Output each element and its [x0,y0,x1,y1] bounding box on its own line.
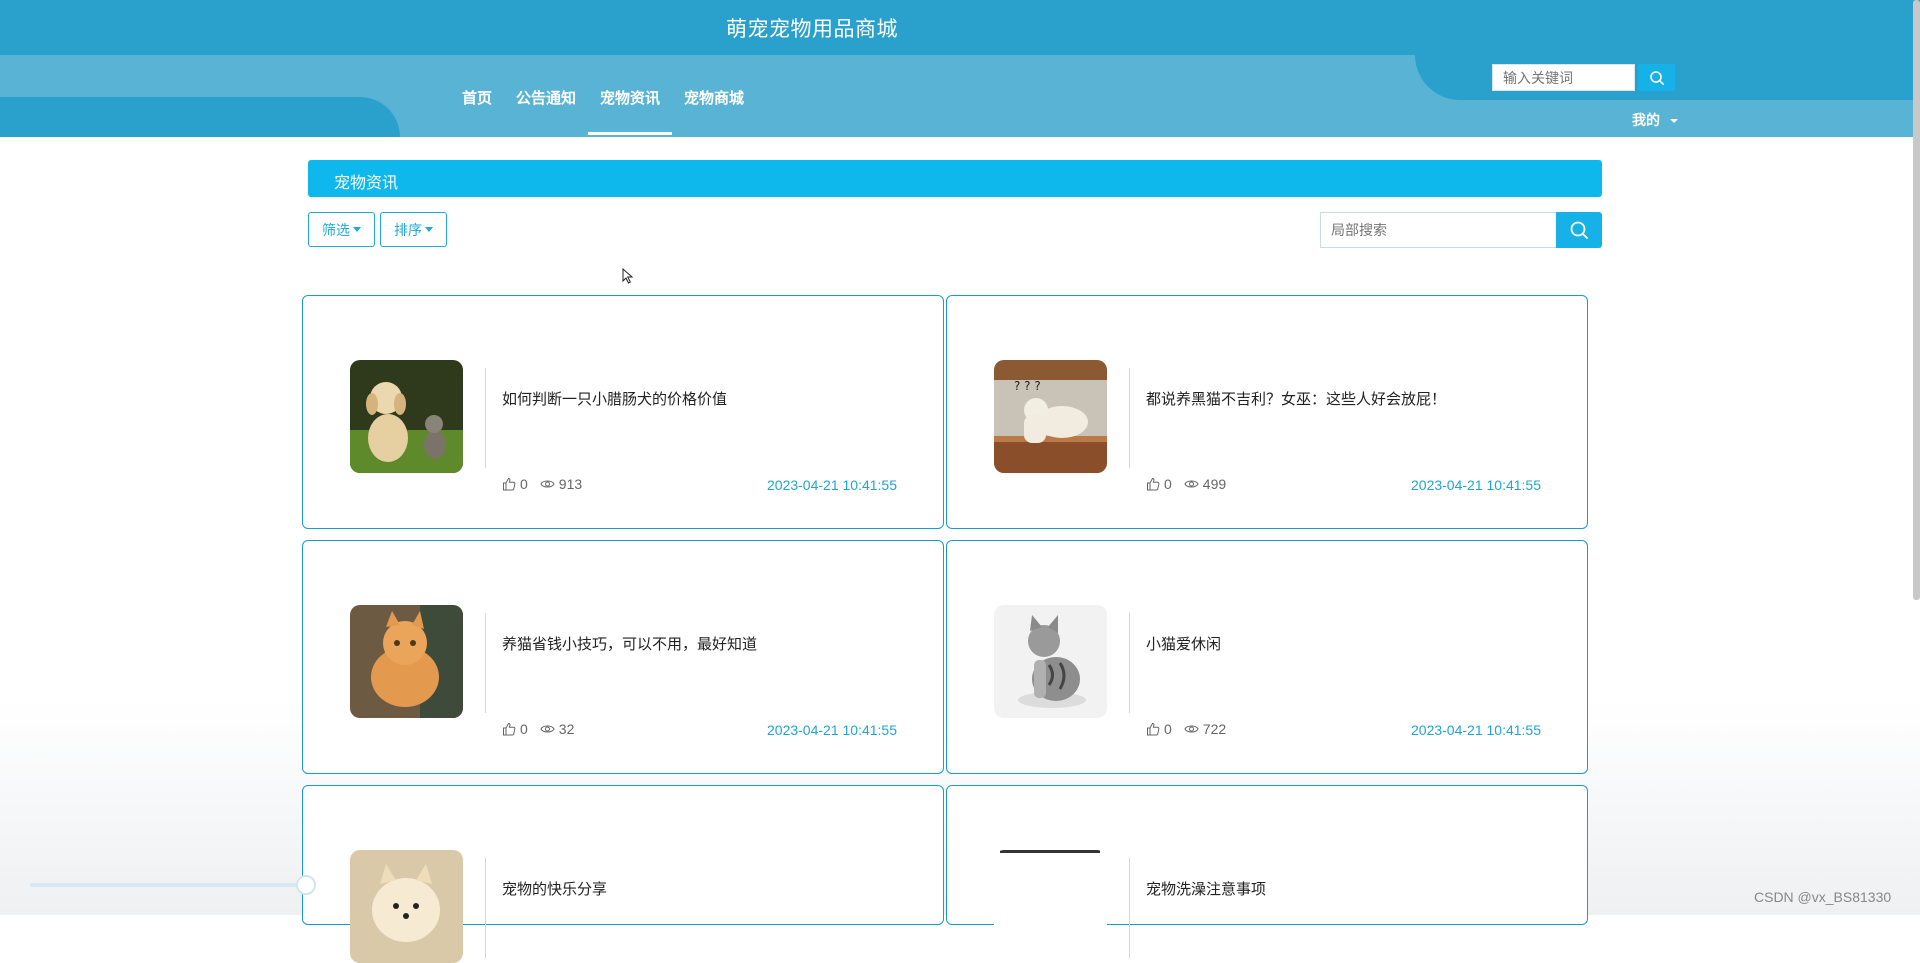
filter-dropdown[interactable]: 筛选 [308,212,375,247]
svg-text:? ? ?: ? ? ? [1014,379,1041,393]
sort-dropdown[interactable]: 排序 [380,212,447,247]
article-title[interactable]: 如何判断一只小腊肠犬的价格价值 [502,388,727,409]
search-icon [1649,70,1664,85]
article-card[interactable]: ? ? ? 都说养黑猫不吉利？女巫：这些人好会放屁！ 0 499 2023-04… [946,295,1588,529]
nav-home[interactable]: 首页 [450,88,504,135]
local-search-button[interactable] [1556,212,1602,248]
article-title[interactable]: 都说养黑猫不吉利？女巫：这些人好会放屁！ [1146,388,1446,409]
article-card[interactable]: 养猫省钱小技巧，可以不用，最好知道 0 32 2023-04-21 10:41:… [302,540,944,774]
article-card[interactable]: 宠物洗澡注意事项 [946,785,1588,963]
page-slider-handle[interactable] [296,875,316,895]
search-icon [1570,221,1588,239]
thumbs-up-icon [503,722,516,736]
like-count: 0 [520,476,528,492]
article-stats: 0 32 [502,721,586,737]
nav-notices[interactable]: 公告通知 [504,88,588,135]
article-thumbnail [994,850,1107,963]
local-search-input[interactable] [1320,212,1556,248]
thumbs-up-icon [503,477,516,491]
caret-down-icon [1670,119,1678,124]
article-stats: 0 499 [1146,476,1238,492]
keyword-search-input[interactable] [1492,64,1635,91]
eye-icon [540,725,555,733]
article-card[interactable]: 小猫爱休闲 0 722 2023-04-21 10:41:55 [946,540,1588,774]
article-thumbnail [350,850,463,963]
caret-down-icon [353,227,361,232]
view-count: 722 [1202,721,1227,737]
vertical-scrollbar[interactable] [1913,0,1920,600]
article-card[interactable]: 如何判断一只小腊肠犬的价格价值 0 913 2023-04-21 10:41:5… [302,295,944,529]
article-thumbnail [350,360,463,473]
section-header: 宠物资讯 [308,160,1602,197]
user-menu[interactable]: 我的 [1632,110,1678,130]
section-title: 宠物资讯 [334,175,399,192]
header-decoration-left [0,97,400,137]
watermark: CSDN @vx_BS81330 [1754,889,1892,905]
card-divider [485,613,486,713]
site-title: 萌宠宠物用品商城 [726,18,898,41]
card-divider [485,368,486,468]
article-stats: 0 913 [502,476,594,492]
header-bar [0,0,1920,55]
filter-label: 筛选 [322,221,350,238]
article-stats: 0 722 [1146,721,1238,737]
eye-icon [1184,480,1199,488]
main-nav: 首页 公告通知 宠物资讯 宠物商城 [450,88,756,135]
article-date: 2023-04-21 10:41:55 [767,477,897,493]
article-thumbnail [350,605,463,718]
card-divider [1129,613,1130,713]
view-count: 913 [558,476,583,492]
article-date: 2023-04-21 10:41:55 [1411,722,1541,738]
thumbs-up-icon [1147,477,1160,491]
article-title[interactable]: 养猫省钱小技巧，可以不用，最好知道 [502,633,757,654]
like-count: 0 [1164,476,1172,492]
article-thumbnail: ? ? ? [994,360,1107,473]
nav-pet-news[interactable]: 宠物资讯 [588,88,673,135]
caret-down-icon [425,227,433,232]
sort-label: 排序 [394,221,422,238]
keyword-search-button[interactable] [1638,64,1675,91]
page-slider-track[interactable] [30,883,308,887]
card-divider [1129,368,1130,468]
view-count: 32 [558,721,575,737]
article-title[interactable]: 小猫爱休闲 [1146,633,1221,654]
like-count: 0 [1164,721,1172,737]
article-title[interactable]: 宠物洗澡注意事项 [1146,878,1266,899]
article-card[interactable]: 宠物的快乐分享 [302,785,944,963]
card-divider [1129,858,1130,958]
card-divider [485,858,486,958]
thumbs-up-icon [1147,722,1160,736]
view-count: 499 [1202,476,1227,492]
article-date: 2023-04-21 10:41:55 [767,722,897,738]
eye-icon [1184,725,1199,733]
user-menu-label: 我的 [1632,112,1660,128]
eye-icon [540,480,555,488]
mouse-cursor-icon [622,268,634,284]
like-count: 0 [520,721,528,737]
nav-pet-mall[interactable]: 宠物商城 [672,88,756,135]
article-thumbnail [994,605,1107,718]
article-date: 2023-04-21 10:41:55 [1411,477,1541,493]
article-title[interactable]: 宠物的快乐分享 [502,878,607,899]
